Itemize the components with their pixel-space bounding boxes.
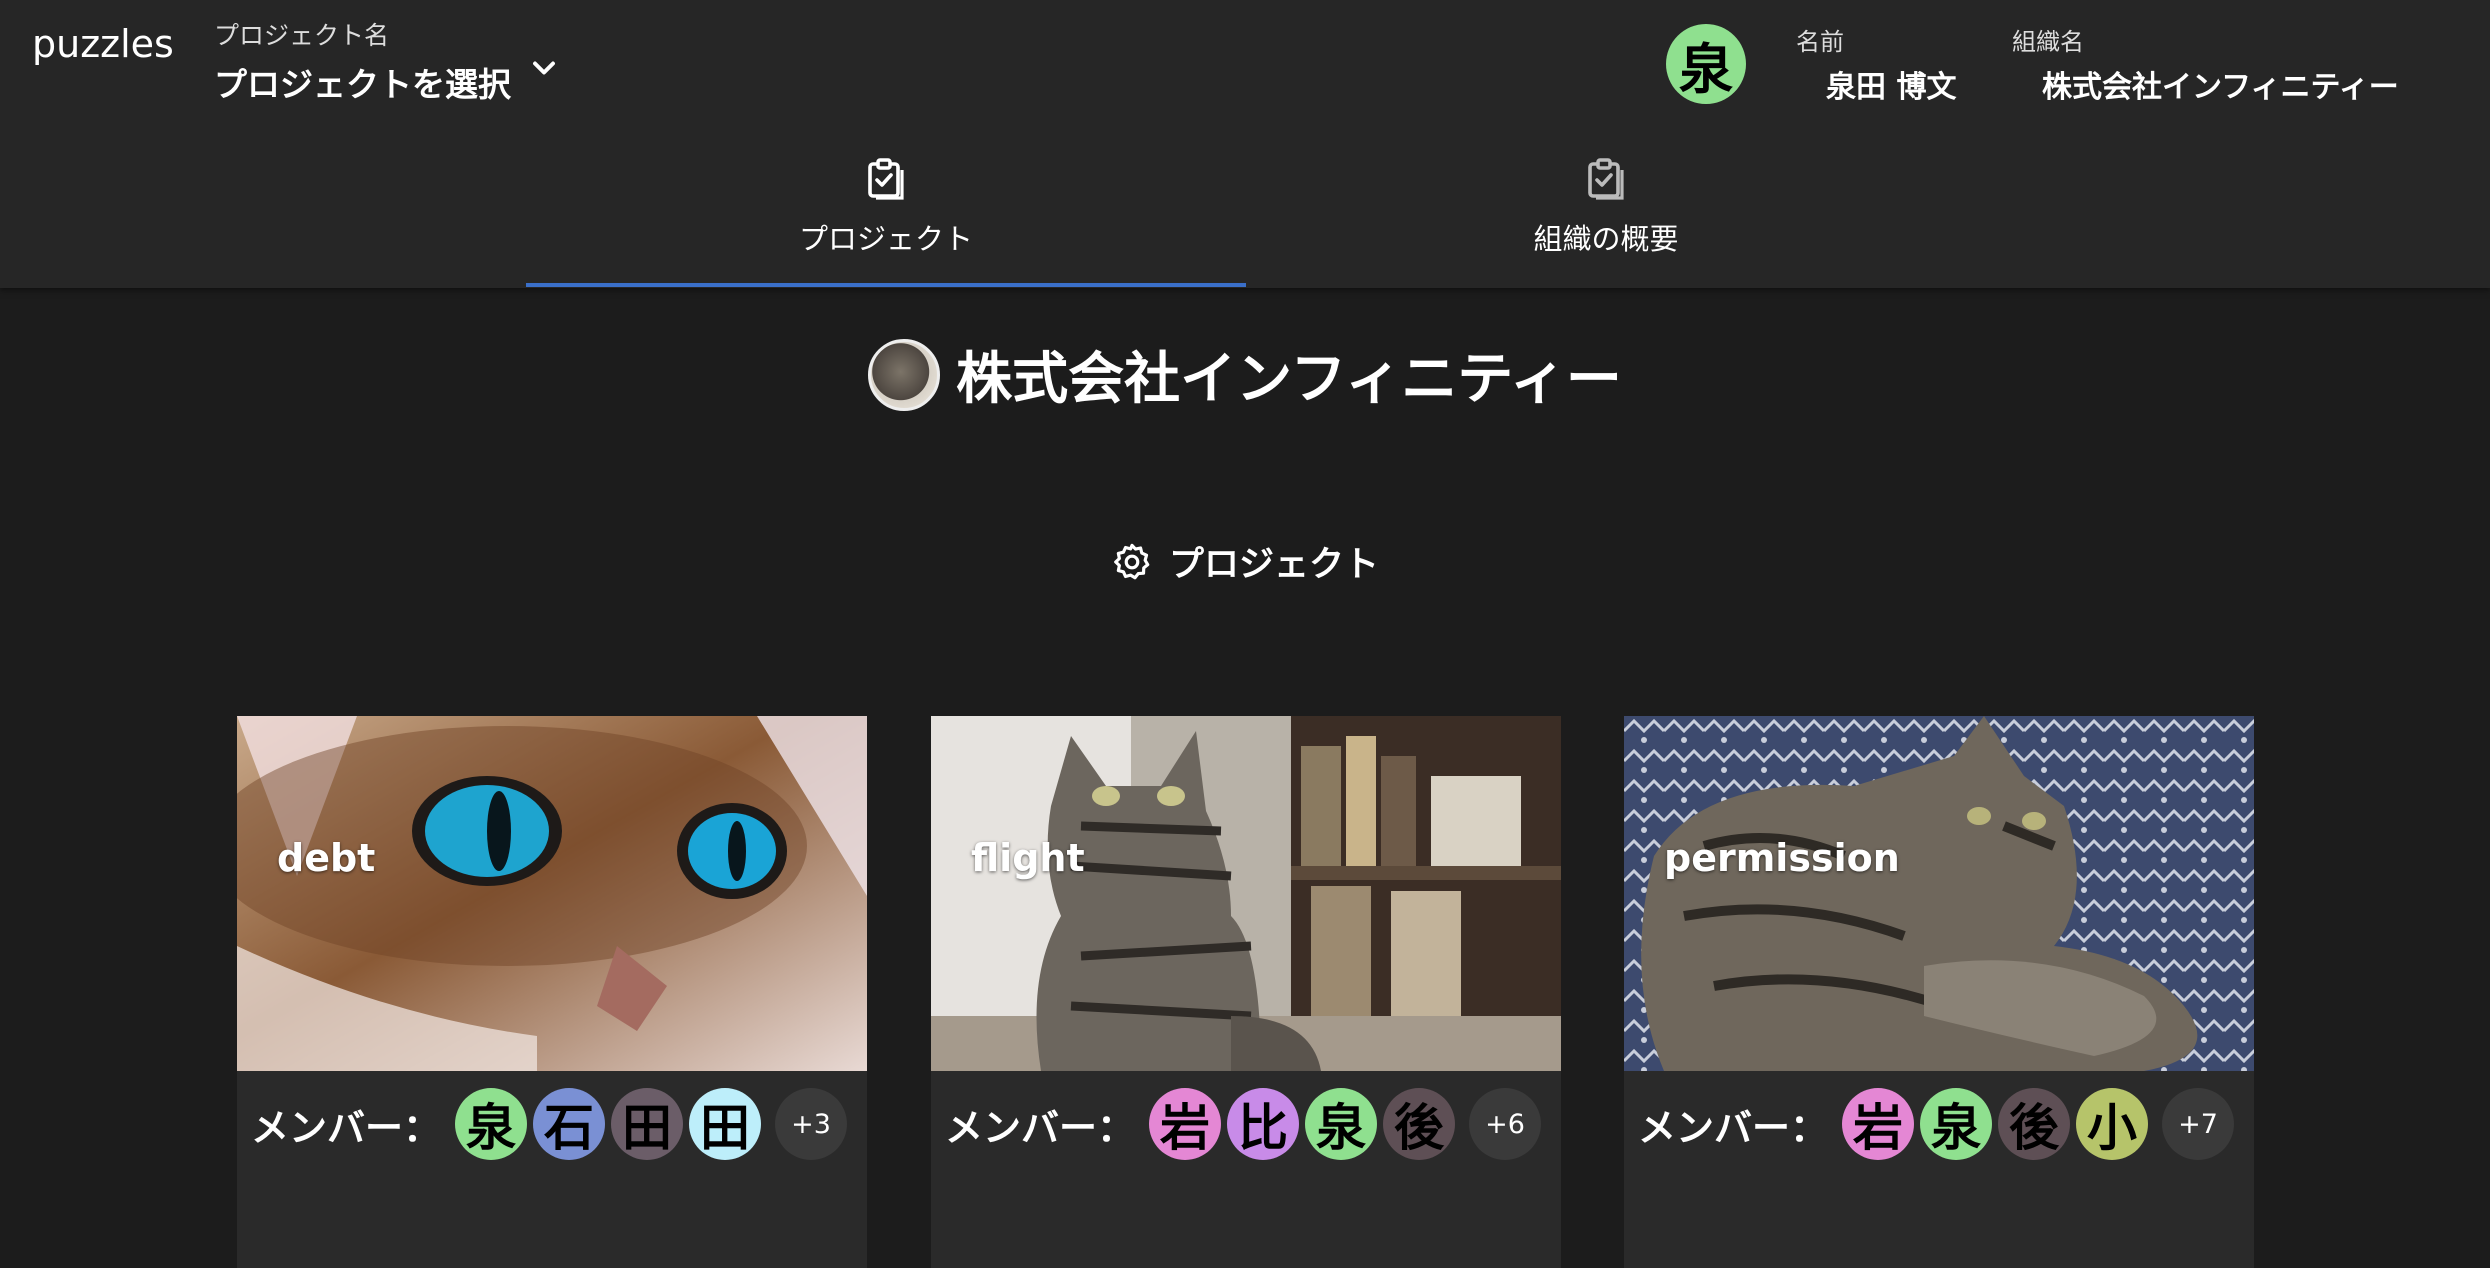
member-avatar[interactable]: 田 (611, 1088, 684, 1160)
member-row: メンバー： 泉 石 田 田 +3 (251, 1088, 848, 1160)
org-logo (868, 338, 941, 411)
clipboard-check-icon (1588, 158, 1624, 200)
app-brand[interactable]: puzzles (32, 22, 174, 66)
member-avatar[interactable]: 田 (689, 1088, 762, 1160)
member-avatar[interactable]: 泉 (1305, 1088, 1378, 1160)
tab-org-overview-label: 組織の概要 (1533, 222, 1679, 256)
project-name: permission (1664, 836, 1900, 880)
active-tab-indicator (526, 283, 1246, 287)
project-selector-label: プロジェクト名 (214, 21, 390, 50)
projects-section-title: プロジェクト (1168, 545, 1379, 585)
project-image (931, 716, 1561, 1071)
member-row: メンバー： 岩 比 泉 後 +6 (945, 1088, 1542, 1160)
tab-org-overview[interactable]: 組織の概要 (1246, 150, 1966, 286)
member-avatar[interactable]: 比 (1227, 1088, 1300, 1160)
member-avatar[interactable]: 岩 (1842, 1088, 1915, 1160)
member-avatar[interactable]: 後 (1998, 1088, 2071, 1160)
project-selector[interactable]: プロジェクトを選択 (214, 58, 511, 106)
projects-section-heading[interactable]: プロジェクト (0, 536, 2490, 587)
org-heading: 株式会社インフィニティー (0, 334, 2490, 415)
org-title: 株式会社インフィニティー (956, 347, 1622, 412)
member-avatar[interactable]: 後 (1383, 1088, 1456, 1160)
member-row: メンバー： 岩 泉 後 小 +7 (1638, 1088, 2235, 1160)
user-name: 泉田 博文 (1826, 70, 1957, 105)
more-members-badge[interactable]: +6 (1469, 1088, 1542, 1160)
member-avatar[interactable]: 岩 (1149, 1088, 1222, 1160)
user-name-label: 名前 (1796, 28, 1844, 56)
tab-projects-label: プロジェクト (798, 222, 973, 256)
member-label: メンバー： (1638, 1105, 1829, 1150)
org-name: 株式会社インフィニティー (2042, 70, 2399, 105)
project-name: flight (971, 836, 1085, 880)
org-name-label: 組織名 (2012, 28, 2084, 56)
top-app-bar: puzzles プロジェクト名 プロジェクトを選択 泉 名前 泉田 博文 組織名… (0, 0, 2490, 288)
chevron-down-icon[interactable] (526, 50, 562, 86)
project-name: debt (277, 836, 376, 880)
member-label: メンバー： (251, 1105, 442, 1150)
project-card-flight[interactable]: flight メンバー： 岩 比 泉 後 +6 (931, 716, 1561, 1268)
member-avatar[interactable]: 石 (533, 1088, 606, 1160)
gear-icon (1114, 543, 1150, 579)
user-avatar[interactable]: 泉 (1666, 24, 1746, 104)
clipboard-check-icon (868, 158, 904, 200)
project-card-permission[interactable]: permission メンバー： 岩 泉 後 小 +7 (1624, 716, 2254, 1268)
more-members-badge[interactable]: +3 (775, 1088, 848, 1160)
member-avatar[interactable]: 泉 (455, 1088, 528, 1160)
member-avatar[interactable]: 泉 (1920, 1088, 1993, 1160)
project-image (1624, 716, 2254, 1071)
member-avatar[interactable]: 小 (2076, 1088, 2149, 1160)
project-card-debt[interactable]: debt メンバー： 泉 石 田 田 +3 (237, 716, 867, 1268)
project-image (237, 716, 867, 1071)
more-members-badge[interactable]: +7 (2162, 1088, 2235, 1160)
tab-projects[interactable]: プロジェクト (526, 150, 1246, 286)
member-label: メンバー： (945, 1105, 1136, 1150)
